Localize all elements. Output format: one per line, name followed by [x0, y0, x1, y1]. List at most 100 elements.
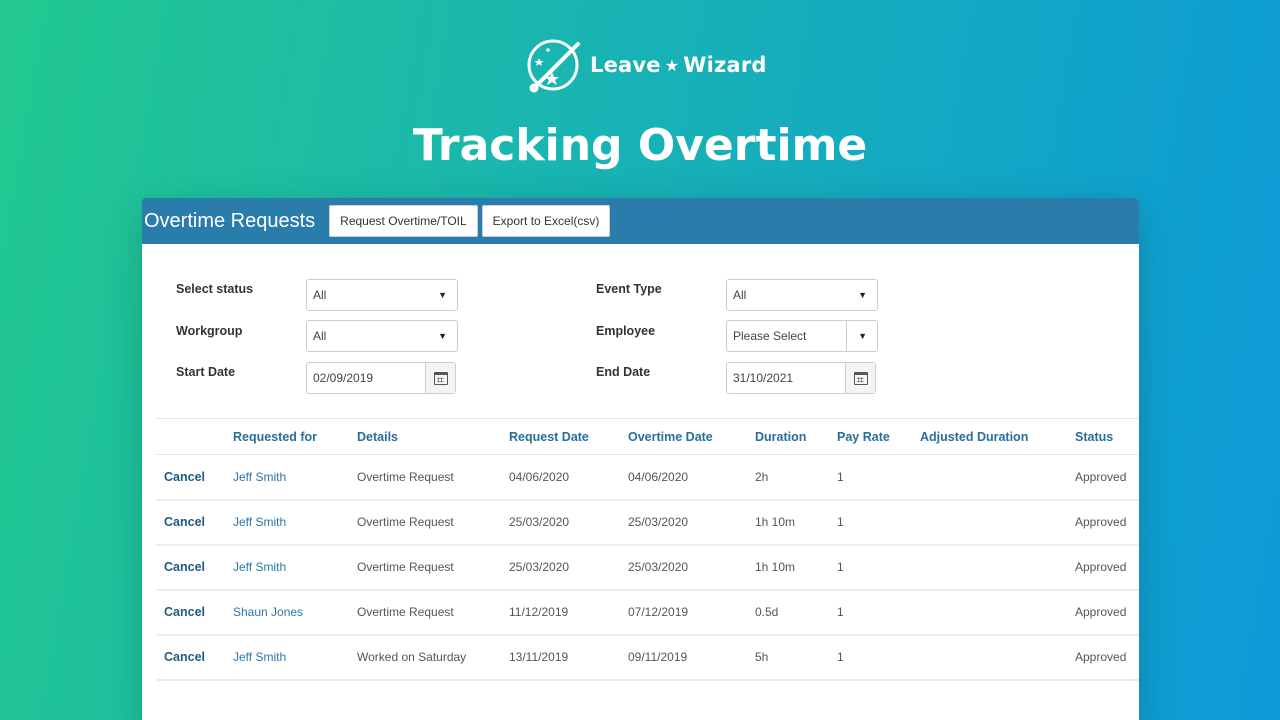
overtime-date-cell: 09/11/2019	[628, 650, 688, 664]
details-cell: Overtime Request	[357, 560, 454, 574]
table-footer	[156, 681, 1139, 720]
end-date-label: End Date	[596, 365, 651, 379]
duration-cell: 1h 10m	[755, 515, 796, 529]
brand-name-right: Wizard	[683, 53, 767, 77]
end-date-picker-button[interactable]	[845, 363, 875, 393]
event-type-label: Event Type	[596, 282, 662, 296]
caret-down-icon: ▼	[438, 290, 447, 300]
request-date-cell: 11/12/2019	[509, 605, 569, 619]
calendar-icon	[433, 371, 448, 385]
table-row: Cancel Jeff Smith Overtime Request 04/06…	[156, 455, 1139, 500]
table-row: Cancel Jeff Smith Worked on Saturday 13/…	[156, 635, 1139, 680]
col-header-action	[156, 419, 225, 455]
table-row: Cancel Jeff Smith Overtime Request 25/03…	[156, 500, 1139, 545]
end-date-value: 31/10/2021	[733, 371, 794, 385]
overtime-date-cell: 25/03/2020	[628, 515, 689, 529]
request-date-cell: 13/11/2019	[509, 650, 569, 664]
status-value: All	[313, 288, 327, 302]
adjusted-duration-cell	[912, 500, 1067, 545]
overtime-table: Requested for Details Request Date Overt…	[156, 418, 1139, 720]
status-cell: Approved	[1075, 515, 1127, 529]
workgroup-select[interactable]: All ▼	[306, 320, 458, 352]
status-cell: Approved	[1075, 605, 1127, 619]
cancel-link[interactable]: Cancel	[156, 635, 225, 680]
employee-link[interactable]: Shaun Jones	[225, 590, 349, 635]
employee-link[interactable]: Jeff Smith	[225, 500, 349, 545]
wizard-wand-icon	[527, 39, 580, 93]
details-cell: Overtime Request	[357, 515, 454, 529]
caret-down-icon: ▼	[438, 331, 447, 341]
col-header-status[interactable]: Status	[1067, 419, 1139, 455]
table-row: Cancel Shaun Jones Overtime Request 11/1…	[156, 590, 1139, 635]
duration-cell: 1h 10m	[755, 560, 796, 574]
event-type-select[interactable]: All ▼	[726, 279, 878, 311]
start-date-label: Start Date	[176, 365, 236, 379]
duration-cell: 0.5d	[755, 605, 779, 619]
request-overtime-button[interactable]: Request Overtime/TOIL	[329, 205, 478, 237]
duration-cell: 2h	[755, 469, 769, 484]
cancel-link[interactable]: Cancel	[156, 545, 225, 590]
page-headline: Tracking Overtime	[412, 120, 868, 171]
overtime-date-cell: 07/12/2019	[628, 605, 689, 619]
overtime-date-cell: 25/03/2020	[628, 560, 689, 574]
pay-rate-cell: 1	[837, 560, 844, 574]
adjusted-duration-cell	[912, 590, 1067, 635]
pay-rate-cell: 1	[837, 469, 844, 484]
brand-star-icon: ★	[664, 55, 680, 75]
export-csv-button[interactable]: Export to Excel(csv)	[481, 205, 611, 237]
details-cell: Overtime Request	[357, 469, 454, 484]
col-header-overtime-date[interactable]: Overtime Date	[620, 419, 747, 455]
table-header-row: Requested for Details Request Date Overt…	[156, 418, 1139, 455]
start-date-input[interactable]: 02/09/2019	[306, 362, 456, 394]
brand-logo: Leave ★ Wizard	[526, 36, 767, 94]
details-cell: Overtime Request	[357, 605, 454, 619]
col-header-request-date[interactable]: Request Date	[501, 419, 620, 455]
adjusted-duration-cell	[912, 455, 1067, 500]
cancel-link[interactable]: Cancel	[156, 455, 225, 500]
event-type-value: All	[733, 288, 747, 302]
panel-header: Overtime Requests Request Overtime/TOIL …	[142, 198, 1139, 244]
filters-section: Select status All ▼ Workgroup All ▼ Star…	[142, 244, 1139, 408]
employee-label: Employee	[596, 324, 656, 338]
status-cell: Approved	[1075, 650, 1127, 664]
pay-rate-cell: 1	[837, 605, 844, 619]
adjusted-duration-cell	[912, 545, 1067, 590]
adjusted-duration-cell	[912, 635, 1067, 680]
start-date-value: 02/09/2019	[313, 371, 374, 385]
pay-rate-cell: 1	[837, 650, 844, 664]
status-cell: Approved	[1075, 560, 1127, 574]
duration-cell: 5h	[755, 650, 769, 664]
start-date-picker-button[interactable]	[425, 363, 455, 393]
col-header-pay-rate[interactable]: Pay Rate	[829, 419, 912, 455]
panel-title: Overtime Requests	[144, 209, 316, 232]
cancel-link[interactable]: Cancel	[156, 500, 225, 545]
request-date-cell: 04/06/2020	[509, 469, 570, 484]
employee-link[interactable]: Jeff Smith	[225, 635, 349, 680]
pay-rate-cell: 1	[837, 515, 844, 529]
employee-link[interactable]: Jeff Smith	[225, 545, 349, 590]
col-header-adjusted-duration[interactable]: Adjusted Duration	[912, 419, 1067, 455]
col-header-details[interactable]: Details	[349, 419, 501, 455]
employee-value: Please Select	[733, 329, 807, 343]
calendar-icon	[853, 371, 868, 385]
workgroup-value: All	[313, 329, 327, 343]
caret-down-icon: ▼	[858, 290, 867, 300]
status-cell: Approved	[1075, 469, 1127, 484]
status-label: Select status	[176, 282, 254, 296]
brand-name-left: Leave	[590, 53, 661, 77]
status-select[interactable]: All ▼	[306, 279, 458, 311]
request-date-cell: 25/03/2020	[509, 515, 570, 529]
employee-select[interactable]: Please Select ▼	[726, 320, 878, 352]
overtime-panel: Overtime Requests Request Overtime/TOIL …	[142, 198, 1139, 720]
overtime-date-cell: 04/06/2020	[628, 469, 689, 484]
col-header-requested-for[interactable]: Requested for	[225, 419, 349, 455]
request-date-cell: 25/03/2020	[509, 560, 570, 574]
end-date-input[interactable]: 31/10/2021	[726, 362, 876, 394]
details-cell: Worked on Saturday	[357, 650, 467, 664]
table-row: Cancel Jeff Smith Overtime Request 25/03…	[156, 545, 1139, 590]
employee-link[interactable]: Jeff Smith	[225, 455, 349, 500]
workgroup-label: Workgroup	[176, 324, 243, 338]
caret-down-icon: ▼	[858, 331, 867, 341]
cancel-link[interactable]: Cancel	[156, 590, 225, 635]
col-header-duration[interactable]: Duration	[747, 419, 829, 455]
